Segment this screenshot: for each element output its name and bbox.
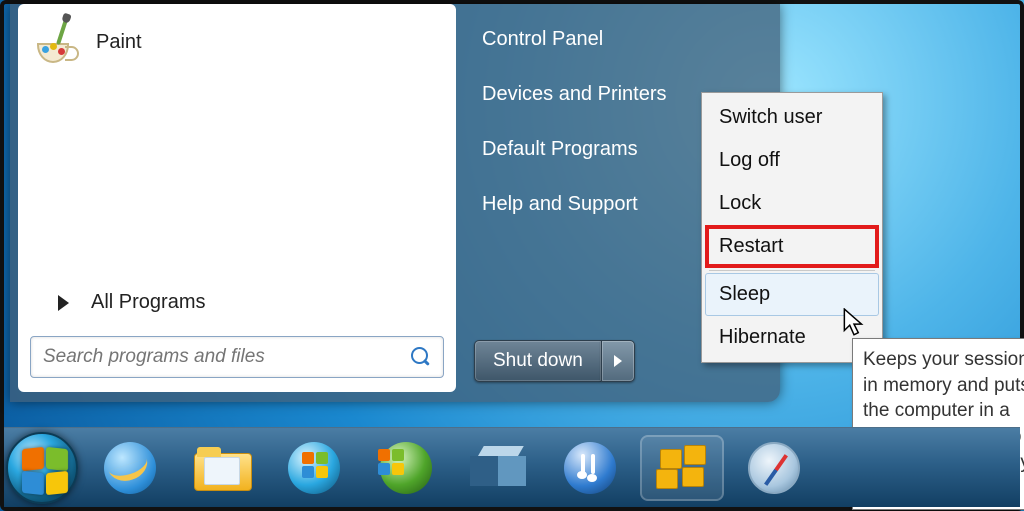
shutdown-label: Shut down <box>493 350 583 372</box>
search-row <box>18 326 456 392</box>
paint-icon <box>32 17 82 67</box>
start-menu-left-pane: Paint All Programs <box>18 4 456 392</box>
menu-separator <box>709 270 875 271</box>
taskbar-item-file-explorer[interactable] <box>182 437 262 499</box>
start-menu: Paint All Programs Control Panel Devices… <box>10 4 780 402</box>
taskbar-item-orb-green[interactable] <box>366 437 446 499</box>
shutdown-options-button[interactable] <box>601 340 635 382</box>
taskbar-item-itunes[interactable] <box>550 437 630 499</box>
triangle-right-icon <box>58 295 69 311</box>
start-orb[interactable] <box>6 432 78 504</box>
power-item-switch-user[interactable]: Switch user <box>705 96 879 139</box>
power-item-restart[interactable]: Restart <box>705 225 879 268</box>
right-item-control-panel[interactable]: Control Panel <box>474 14 768 65</box>
taskbar-item-internet-explorer[interactable] <box>90 437 170 499</box>
taskbar-item-safari[interactable] <box>734 437 814 499</box>
cube-icon <box>470 440 526 496</box>
taskbar <box>4 427 1020 507</box>
search-box[interactable] <box>30 336 444 378</box>
power-item-log-off[interactable]: Log off <box>705 139 879 182</box>
program-item-paint[interactable]: Paint <box>28 12 446 72</box>
green-orb-icon <box>380 442 432 494</box>
shutdown-button[interactable]: Shut down <box>474 340 601 382</box>
taskbar-item-windows-media[interactable] <box>274 437 354 499</box>
taskbar-item-app-yellow[interactable] <box>642 437 722 499</box>
windows-flag-orb-icon <box>288 442 340 494</box>
cursor-icon <box>843 308 865 338</box>
search-input[interactable] <box>43 346 411 368</box>
folder-icon <box>194 447 250 489</box>
internet-explorer-icon <box>104 442 156 494</box>
yellow-blocks-icon <box>654 445 710 491</box>
all-programs-label: All Programs <box>91 291 205 314</box>
power-item-lock[interactable]: Lock <box>705 182 879 225</box>
itunes-icon <box>564 442 616 494</box>
taskbar-item-virtualbox[interactable] <box>458 437 538 499</box>
program-label: Paint <box>96 31 142 54</box>
triangle-right-icon <box>614 355 622 367</box>
compass-icon <box>748 442 800 494</box>
all-programs[interactable]: All Programs <box>18 279 456 326</box>
programs-list: Paint <box>18 4 456 279</box>
search-icon <box>411 347 431 367</box>
